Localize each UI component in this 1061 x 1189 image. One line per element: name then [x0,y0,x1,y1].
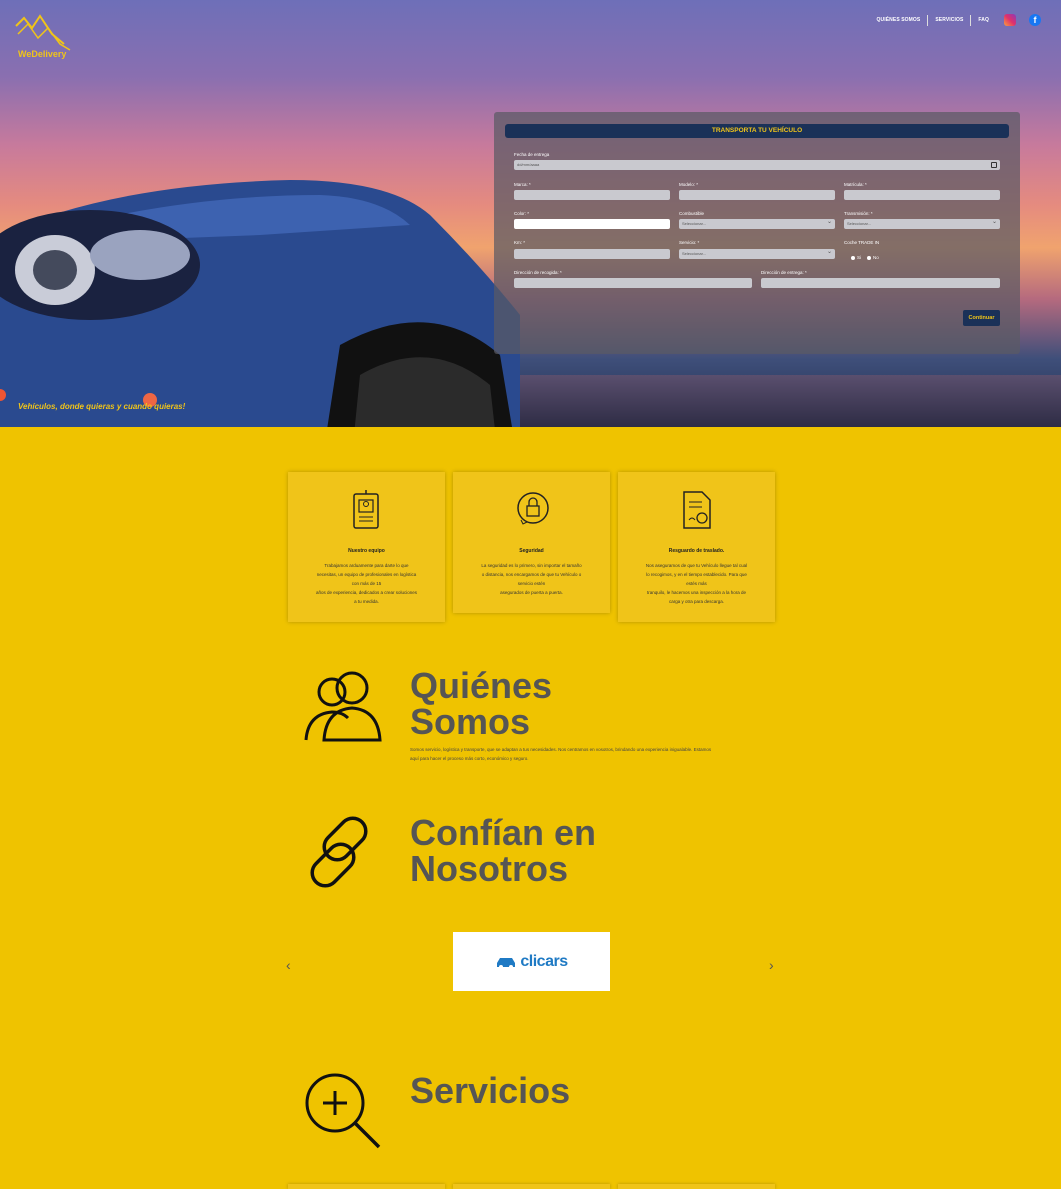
feature-description: Trabajamos arduamente para darte lo que … [315,563,418,604]
trade-in-no-label: No [873,255,879,260]
link-icon [310,816,368,888]
facebook-icon[interactable]: f [1029,14,1041,26]
feature-title: Seguridad [519,548,544,554]
service-card [453,1184,610,1189]
marca-input[interactable] [514,190,670,200]
fecha-value: dd/mm/aaaa [517,162,540,167]
hero-banner: WeDelivery QUIÉNES SOMOS SERVICIOS FAQ f… [0,0,1061,427]
nav-divider [970,14,972,26]
service-card [618,1184,775,1189]
services-title: Servicios [410,1070,571,1111]
id-badge-icon [353,490,379,529]
combustible-select[interactable]: Seleccionar... [679,217,835,229]
users-icon [304,671,382,742]
padlock-icon [517,492,549,525]
trade-in-yes-radio[interactable]: Si [851,255,861,260]
certificate-icon [683,491,711,529]
transmision-select[interactable]: Seleccionar... [844,217,1000,229]
matricula-label: Matrícula: * [844,182,867,187]
feature-card-security: Seguridad La seguridad es lo primero, si… [453,472,610,613]
nav-quienes-somos[interactable]: QUIÉNES SOMOS [877,17,921,23]
top-navigation: QUIÉNES SOMOS SERVICIOS FAQ f [877,14,1041,26]
color-input[interactable] [514,219,670,229]
entrega-input[interactable] [761,278,1000,288]
form-title: TRANSPORTA TU VEHÍCULO [505,124,1009,138]
feature-description: La seguridad es lo primero, sin importar… [481,563,582,595]
car-icon [497,957,516,969]
brand-name: WeDelivery [18,49,67,59]
trade-in-yes-label: Si [857,255,862,260]
nav-servicios[interactable]: SERVICIOS [935,17,963,23]
about-title: Quiénes Somos [410,665,553,742]
instagram-icon[interactable] [1004,14,1016,26]
feature-title: Nuestro equipo [348,548,385,554]
zoom-in-icon [305,1073,381,1149]
trade-in-no-radio[interactable]: No [867,255,879,260]
continue-button[interactable]: Continuar [963,310,1000,326]
trust-title: Confían en Nosotros [410,812,596,889]
trade-in-label: Coche TRADE IN [844,240,880,245]
servicio-label: Servicio: * [679,240,700,245]
matricula-input[interactable] [844,190,1000,200]
recogida-input[interactable] [514,278,752,288]
hero-tagline: Vehículos, donde quieras y cuando quiera… [18,402,186,411]
marca-label: Marca: * [514,182,531,187]
recogida-label: Dirección de recogida: * [514,270,562,275]
entrega-label: Dirección de entrega: * [761,270,807,275]
modelo-input[interactable] [679,190,835,200]
feature-card-transfer: Resguardo de traslado. Nos aseguramos de… [618,472,775,622]
km-label: Km: * [514,240,526,245]
partner-logo-card[interactable]: clicars [453,932,610,991]
carousel-prev-button[interactable]: ‹ [286,958,291,972]
feature-card-team: Nuestro equipo Trabajamos arduamente par… [288,472,445,622]
feature-title: Resguardo de traslado. [668,548,725,554]
fecha-label: Fecha de entrega [514,152,550,157]
modelo-label: Modelo: * [679,182,699,187]
nav-faq[interactable]: FAQ [978,17,989,23]
combustible-label: Combustible [679,211,705,216]
nav-divider [927,14,929,26]
fecha-input[interactable]: dd/mm/aaaa [514,160,1000,170]
calendar-icon[interactable] [991,162,997,168]
service-card [288,1184,445,1189]
servicio-select[interactable]: Seleccionar... [679,247,835,259]
about-text: Somos servicio, logística y transporte, … [410,747,712,761]
color-label: Color: * [514,211,530,216]
partner-name: clicars [520,952,568,970]
km-input[interactable] [514,249,670,259]
carousel-next-button[interactable]: › [769,958,774,972]
transmision-label: Transmisión: * [844,211,873,216]
vehicle-transport-form: TRANSPORTA TU VEHÍCULO Fecha de entrega … [494,112,1020,354]
feature-description: Nos aseguramos de que tu Vehículo llegue… [645,563,748,604]
